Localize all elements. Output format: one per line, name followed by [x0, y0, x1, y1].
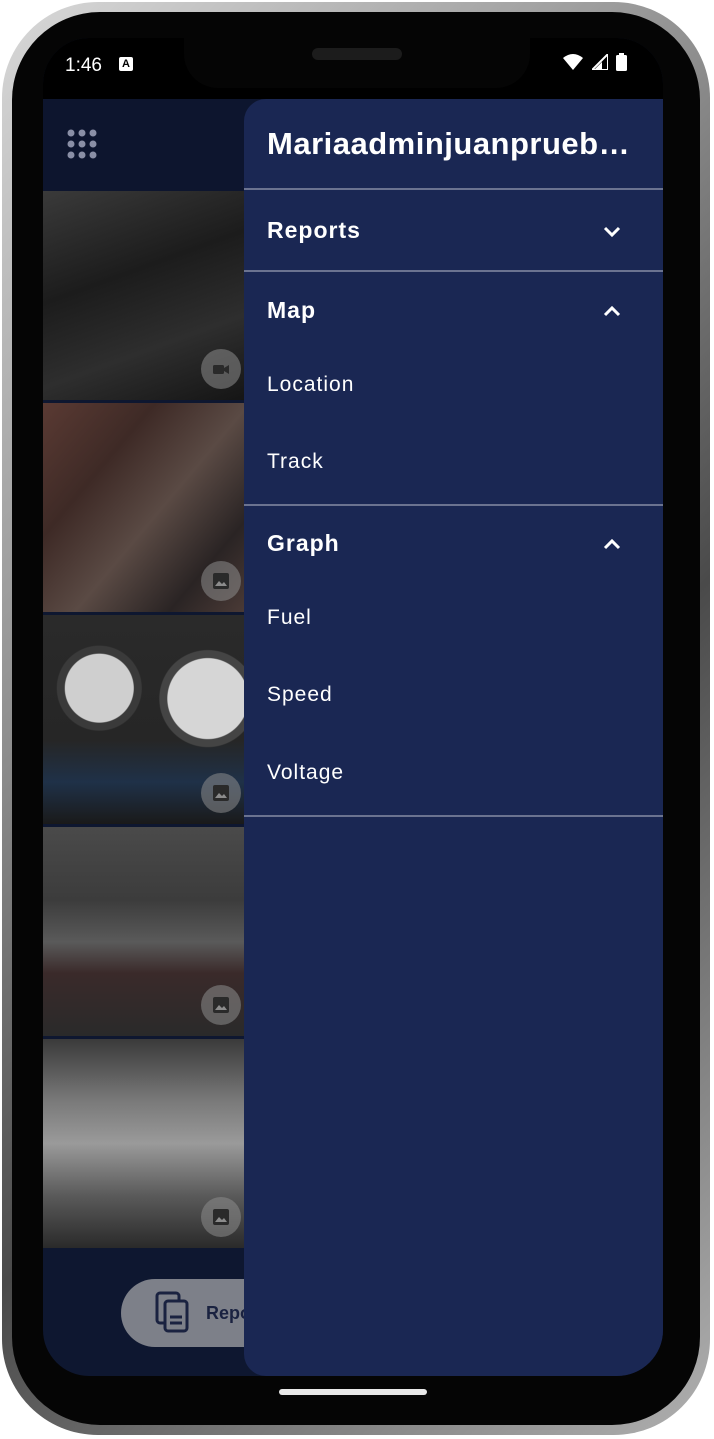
section-divider [244, 504, 663, 506]
chevron-up-icon [603, 305, 621, 317]
status-time: 1:46 [65, 55, 102, 76]
status-bar: 1:46 A [43, 38, 663, 99]
menu-item-fuel[interactable]: Fuel [244, 590, 663, 646]
image-badge [201, 1197, 241, 1237]
menu-item-label: Location [267, 373, 355, 396]
drawer-user-title: Mariaadminjuanprueb… [267, 126, 631, 161]
chevron-up-icon [603, 538, 621, 550]
image-badge [201, 773, 241, 813]
signal-icon [591, 54, 608, 70]
speaker-grille [312, 48, 402, 60]
section-label: Map [267, 297, 316, 323]
documents-icon [155, 1291, 189, 1333]
gallery-tile-truck[interactable] [43, 1039, 244, 1248]
wifi-icon [563, 54, 584, 70]
section-reports[interactable]: Reports [244, 199, 663, 263]
image-badge [201, 985, 241, 1025]
photo-gallery [43, 191, 244, 1251]
battery-icon [616, 53, 627, 71]
menu-item-label: Fuel [267, 606, 312, 629]
section-graph[interactable]: Graph [244, 512, 663, 576]
image-icon [213, 997, 229, 1013]
menu-item-speed[interactable]: Speed [244, 667, 663, 723]
menu-item-label: Voltage [267, 761, 345, 784]
status-icons [559, 53, 627, 71]
menu-item-label: Speed [267, 683, 333, 706]
notification-a-icon: A [119, 57, 133, 71]
apps-grid-icon[interactable] [67, 129, 97, 159]
home-indicator[interactable] [279, 1389, 427, 1395]
video-badge [201, 349, 241, 389]
image-badge [201, 561, 241, 601]
menu-item-location[interactable]: Location [244, 357, 663, 413]
section-divider [244, 815, 663, 817]
gallery-tile-engine-wiring[interactable] [43, 403, 244, 612]
video-camera-icon [213, 365, 229, 374]
section-label: Graph [267, 530, 340, 556]
menu-item-voltage[interactable]: Voltage [244, 745, 663, 801]
navigation-drawer: Mariaadminjuanprueb… Reports Map Locatio… [244, 99, 663, 1376]
menu-item-track[interactable]: Track [244, 434, 663, 490]
section-map[interactable]: Map [244, 279, 663, 343]
image-icon [213, 1209, 229, 1225]
menu-item-label: Track [267, 450, 324, 473]
image-icon [213, 573, 229, 589]
camera-notch [184, 38, 530, 88]
section-label: Reports [267, 217, 361, 243]
device-screen: 1:46 A Repo Mariaadminjuanprueb… Reports… [43, 38, 663, 1376]
section-divider [244, 270, 663, 272]
gallery-tile-car-interior[interactable] [43, 191, 244, 400]
chevron-down-icon [603, 226, 621, 238]
gallery-tile-dashboard-gauges[interactable] [43, 615, 244, 824]
image-icon [213, 785, 229, 801]
drawer-divider [244, 188, 663, 190]
gallery-tile-fuse-panel[interactable] [43, 827, 244, 1036]
